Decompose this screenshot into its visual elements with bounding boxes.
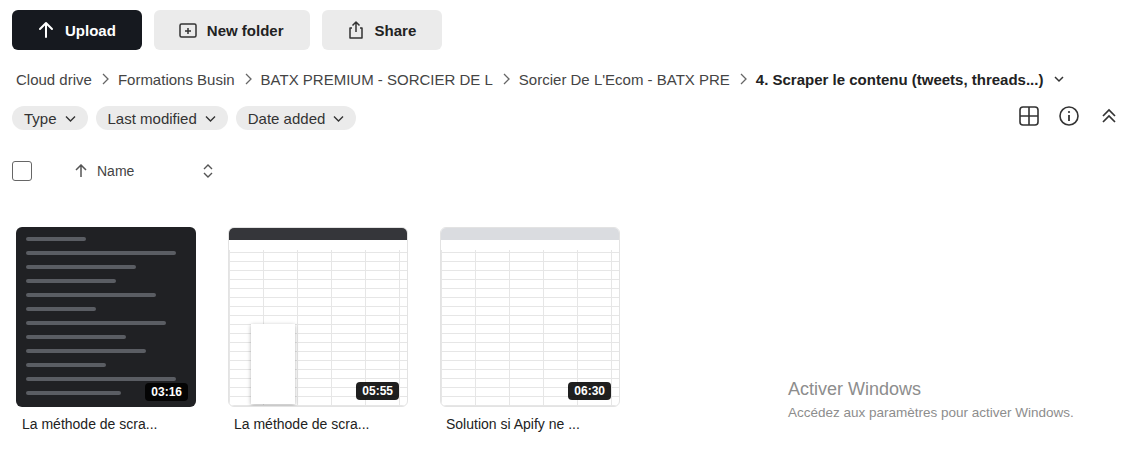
sort-toggle-icon: [203, 163, 213, 179]
chevron-right-icon: [243, 73, 253, 85]
file-grid: 03:16 La méthode de scra... 05:55 La méthod…: [12, 227, 1144, 432]
collapse-icon: [1098, 105, 1120, 127]
video-thumbnail[interactable]: 06:30: [440, 227, 620, 407]
breadcrumb: Cloud drive Formations Busin BATX PREMIUM …: [12, 67, 1144, 91]
upload-button[interactable]: Upload: [12, 10, 142, 50]
button-label: Upload: [65, 22, 116, 39]
filter-label: Type: [24, 110, 57, 127]
filter-label: Last modified: [108, 110, 197, 127]
sort-up-icon: [74, 164, 88, 178]
duration-badge: 06:30: [568, 382, 611, 400]
info-icon: [1058, 105, 1080, 127]
chevron-down-icon: [333, 113, 344, 124]
duration-badge: 03:16: [145, 383, 188, 401]
select-all-checkbox[interactable]: [12, 161, 32, 181]
new-folder-button[interactable]: New folder: [154, 10, 310, 50]
file-name[interactable]: La méthode de scra...: [16, 416, 196, 432]
thumbnail-line: [26, 391, 121, 395]
thumbnail-line: [26, 293, 156, 297]
thumbnail-line: [26, 307, 96, 311]
grid-icon: [1018, 105, 1040, 127]
collapse-button[interactable]: [1098, 105, 1120, 131]
thumbnail-line: [26, 321, 166, 325]
filter-label: Date added: [248, 110, 326, 127]
upload-icon: [36, 20, 56, 40]
chevron-right-icon: [738, 73, 748, 85]
watermark-title: Activer Windows: [788, 379, 1074, 400]
video-card[interactable]: 05:55 La méthode de scra...: [228, 227, 408, 432]
thumbnail-line: [26, 251, 176, 255]
info-button[interactable]: [1058, 105, 1080, 131]
filter-chip[interactable]: Last modified: [96, 106, 228, 130]
chevron-down-icon: [65, 113, 76, 124]
share-icon: [346, 20, 366, 40]
toolbar: Upload New folder Share: [12, 10, 1144, 50]
filter-bar: Type Last modified Date added: [12, 105, 1144, 131]
thumbnail-line: [26, 265, 136, 269]
thumbnail-line: [26, 237, 86, 241]
video-thumbnail[interactable]: 05:55: [228, 227, 408, 407]
file-name[interactable]: La méthode de scra...: [228, 416, 408, 432]
breadcrumb-item[interactable]: Cloud drive: [16, 71, 92, 88]
thumbnail-menu: [251, 324, 295, 404]
filter-chip[interactable]: Type: [12, 106, 88, 130]
breadcrumb-item[interactable]: Sorcier De L'Ecom - BATX PRE: [519, 71, 730, 88]
breadcrumb-item[interactable]: BATX PREMIUM - SORCIER DE L: [261, 71, 493, 88]
name-column-header[interactable]: Name: [97, 163, 134, 179]
windows-watermark: Activer Windows Accédez aux paramètres po…: [788, 379, 1074, 420]
thumbnail-line: [26, 349, 146, 353]
chevron-down-icon: [1053, 73, 1065, 85]
file-name[interactable]: Solution si Apify ne ...: [440, 416, 620, 432]
list-header: Name: [12, 159, 1144, 183]
video-thumbnail[interactable]: 03:16: [16, 227, 196, 407]
thumbnail-line: [26, 363, 106, 367]
thumbnail-line: [26, 335, 126, 339]
duration-badge: 05:55: [356, 382, 399, 400]
chevron-down-icon: [205, 113, 216, 124]
video-card[interactable]: 03:16 La méthode de scra...: [16, 227, 196, 432]
filter-chip[interactable]: Date added: [236, 106, 357, 130]
chevron-right-icon: [501, 73, 511, 85]
share-button[interactable]: Share: [322, 10, 443, 50]
button-label: Share: [375, 22, 417, 39]
video-card[interactable]: 06:30 Solution si Apify ne ...: [440, 227, 620, 432]
thumbnail-line: [26, 377, 176, 381]
new-folder-icon: [178, 20, 198, 40]
watermark-subtitle: Accédez aux paramètres pour activer Wind…: [788, 405, 1074, 420]
thumbnail-tabs: [229, 228, 407, 240]
breadcrumb-item[interactable]: 4. Scraper le contenu (tweets, threads..…: [756, 71, 1044, 88]
view-controls: [1018, 105, 1120, 131]
thumbnail-line: [26, 279, 116, 283]
grid-view-button[interactable]: [1018, 105, 1040, 131]
breadcrumb-item[interactable]: Formations Busin: [118, 71, 235, 88]
chevron-right-icon: [100, 73, 110, 85]
button-label: New folder: [207, 22, 284, 39]
thumbnail-tabs: [441, 228, 619, 240]
